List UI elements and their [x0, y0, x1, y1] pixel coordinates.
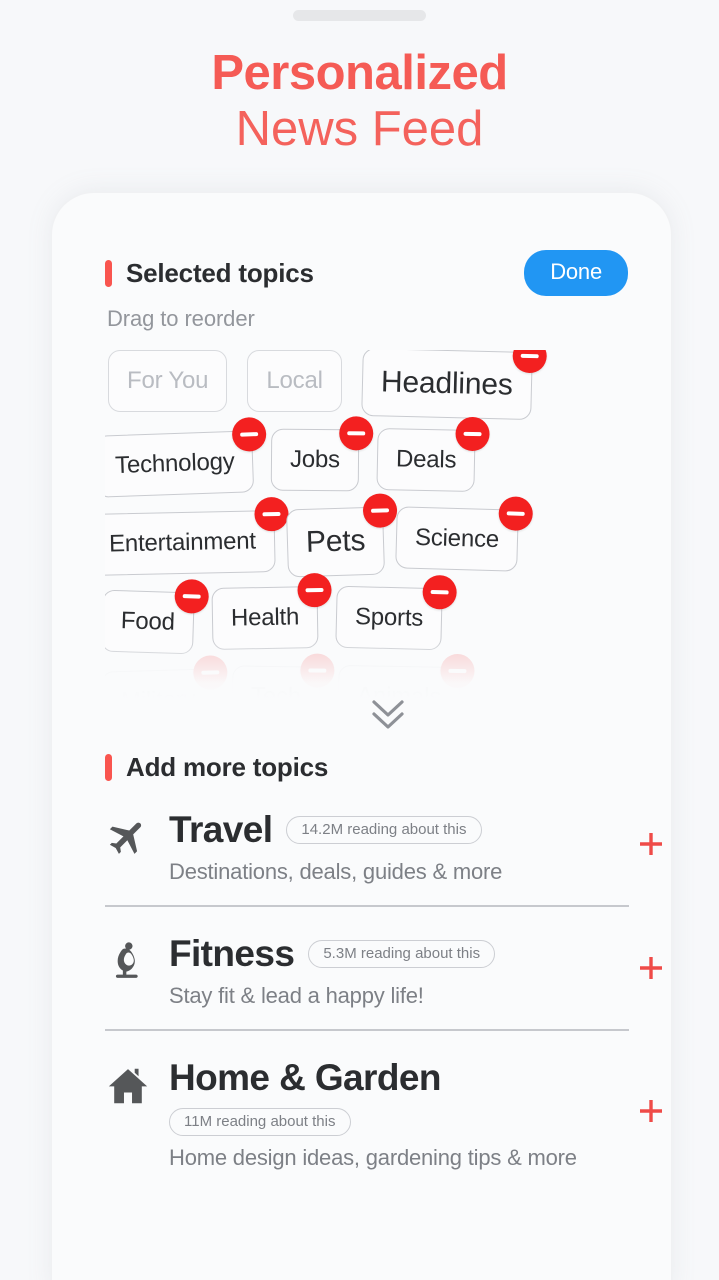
topic-chip-science[interactable]: Science: [395, 506, 519, 571]
topic-chip-jobs[interactable]: Jobs: [271, 429, 359, 492]
add-topic-button[interactable]: [631, 824, 671, 864]
readers-count-badge: 11M reading about this: [169, 1108, 351, 1136]
remove-topic-icon[interactable]: [456, 417, 491, 452]
yoga-person-icon: [106, 939, 150, 983]
topic-chip-entertainment[interactable]: Entertainment: [105, 510, 276, 576]
remove-topic-icon[interactable]: [423, 575, 458, 610]
remove-topic-icon[interactable]: [339, 416, 373, 450]
add-topic-description: Destinations, deals, guides & more: [169, 859, 623, 885]
drag-handle[interactable]: [293, 10, 426, 21]
add-topic-body: Travel 14.2M reading about this Destinatio…: [169, 809, 623, 885]
selected-topics-title: Selected topics: [126, 258, 314, 289]
add-topic-row[interactable]: Home & Garden11M reading about thisHome …: [105, 1031, 671, 1191]
remove-topic-icon[interactable]: [174, 579, 209, 614]
topic-chip-local[interactable]: Local: [247, 350, 341, 412]
topic-chip-food[interactable]: Food: [105, 590, 195, 655]
add-topic-title: Home & Garden: [169, 1057, 623, 1098]
selected-topics-chips: For You Local Headlines Technology Jobs Deals…: [105, 350, 671, 700]
promo-title-line2: News Feed: [0, 102, 719, 157]
add-topic-title: Travel: [169, 809, 272, 850]
add-topic-button[interactable]: [631, 948, 671, 988]
remove-topic-icon[interactable]: [440, 654, 475, 689]
remove-topic-icon[interactable]: [297, 573, 332, 608]
drag-handle-area: [0, 0, 719, 30]
readers-count-badge: 5.3M reading about this: [308, 940, 495, 968]
topic-chip-headlines[interactable]: Headlines: [361, 350, 532, 420]
add-topic-content: Fitness 5.3M reading about this Stay fit &…: [105, 933, 623, 1009]
selected-topics-section: Selected topics Done Drag to reorder For…: [52, 193, 671, 736]
yoga-person-icon: [105, 933, 151, 983]
add-topic-row[interactable]: Fitness 5.3M reading about this Stay fit &…: [105, 907, 671, 1029]
done-button[interactable]: Done: [524, 250, 628, 296]
add-topic-content: Travel 14.2M reading about this Destinatio…: [105, 809, 623, 885]
add-topic-title-line: Home & Garden 11M reading about this: [169, 1057, 623, 1136]
accent-bar: [105, 260, 112, 287]
topic-chip-military[interactable]: Military: [105, 668, 215, 700]
topic-chip-tech[interactable]: Tech: [232, 665, 321, 700]
topic-chip-pets[interactable]: Pets: [286, 506, 385, 577]
add-topic-title-line: Fitness 5.3M reading about this: [169, 933, 623, 974]
promo-headline: Personalized News Feed: [0, 48, 719, 157]
plus-icon: [631, 948, 671, 988]
topic-chip-deals[interactable]: Deals: [377, 428, 477, 492]
selected-topics-header: Selected topics Done: [105, 250, 671, 296]
add-more-topics-section: Add more topics Travel 14.2M reading abou…: [52, 736, 671, 1191]
house-icon: [105, 1057, 151, 1109]
topic-chip-for-you[interactable]: For You: [108, 350, 227, 412]
selected-topics-row: For You Local Headlines: [108, 350, 671, 429]
topic-chip-label: Technology: [105, 430, 255, 497]
plus-icon: [631, 1091, 671, 1131]
add-topic-row[interactable]: Travel 14.2M reading about this Destinatio…: [105, 783, 671, 905]
remove-topic-icon[interactable]: [193, 655, 228, 690]
topic-chip-sports[interactable]: Sports: [335, 586, 443, 651]
readers-count-badge: 14.2M reading about this: [286, 816, 481, 844]
plus-icon: [631, 824, 671, 864]
remove-topic-icon[interactable]: [363, 493, 398, 528]
promo-title-line1: Personalized: [0, 48, 719, 100]
airplane-icon: [106, 815, 150, 859]
drag-to-reorder-hint: Drag to reorder: [107, 306, 671, 332]
add-topic-title: Fitness: [169, 933, 294, 974]
selected-topics-row: Military Tech Animals: [108, 666, 671, 700]
topic-chip-health[interactable]: Health: [211, 586, 318, 650]
topic-chip-animals[interactable]: Animals: [338, 665, 461, 700]
topic-chip-label: Entertainment: [105, 510, 276, 576]
remove-topic-icon[interactable]: [498, 496, 533, 531]
remove-topic-icon[interactable]: [254, 497, 289, 532]
selected-topics-row: EntertainmentPetsScience: [108, 508, 671, 587]
add-topic-content: Home & Garden11M reading about thisHome …: [105, 1057, 623, 1171]
selected-topics-heading: Selected topics: [105, 258, 314, 289]
topic-chip-label: Headlines: [361, 350, 532, 420]
add-more-topics-title: Add more topics: [126, 752, 328, 783]
add-topic-title-line: Travel 14.2M reading about this: [169, 809, 623, 850]
phone-screen-card: Selected topics Done Drag to reorder For…: [52, 193, 671, 1280]
topic-chip-technology[interactable]: Technology: [105, 430, 255, 497]
selected-topics-row: FoodHealth Sports: [108, 587, 671, 666]
house-icon: [105, 1063, 151, 1109]
add-topic-body: Home & Garden11M reading about thisHome …: [169, 1057, 623, 1171]
accent-bar: [105, 754, 112, 781]
add-more-topics-heading: Add more topics: [105, 752, 671, 783]
add-topic-description: Home design ideas, gardening tips & more: [169, 1145, 623, 1171]
airplane-icon: [105, 809, 151, 859]
topic-chip-label: Local: [247, 350, 341, 412]
remove-topic-icon[interactable]: [300, 653, 334, 687]
add-topic-description: Stay fit & lead a happy life!: [169, 983, 623, 1009]
add-topic-body: Fitness 5.3M reading about this Stay fit &…: [169, 933, 623, 1009]
topic-chip-label: For You: [108, 350, 227, 412]
add-topic-button[interactable]: [631, 1091, 671, 1131]
